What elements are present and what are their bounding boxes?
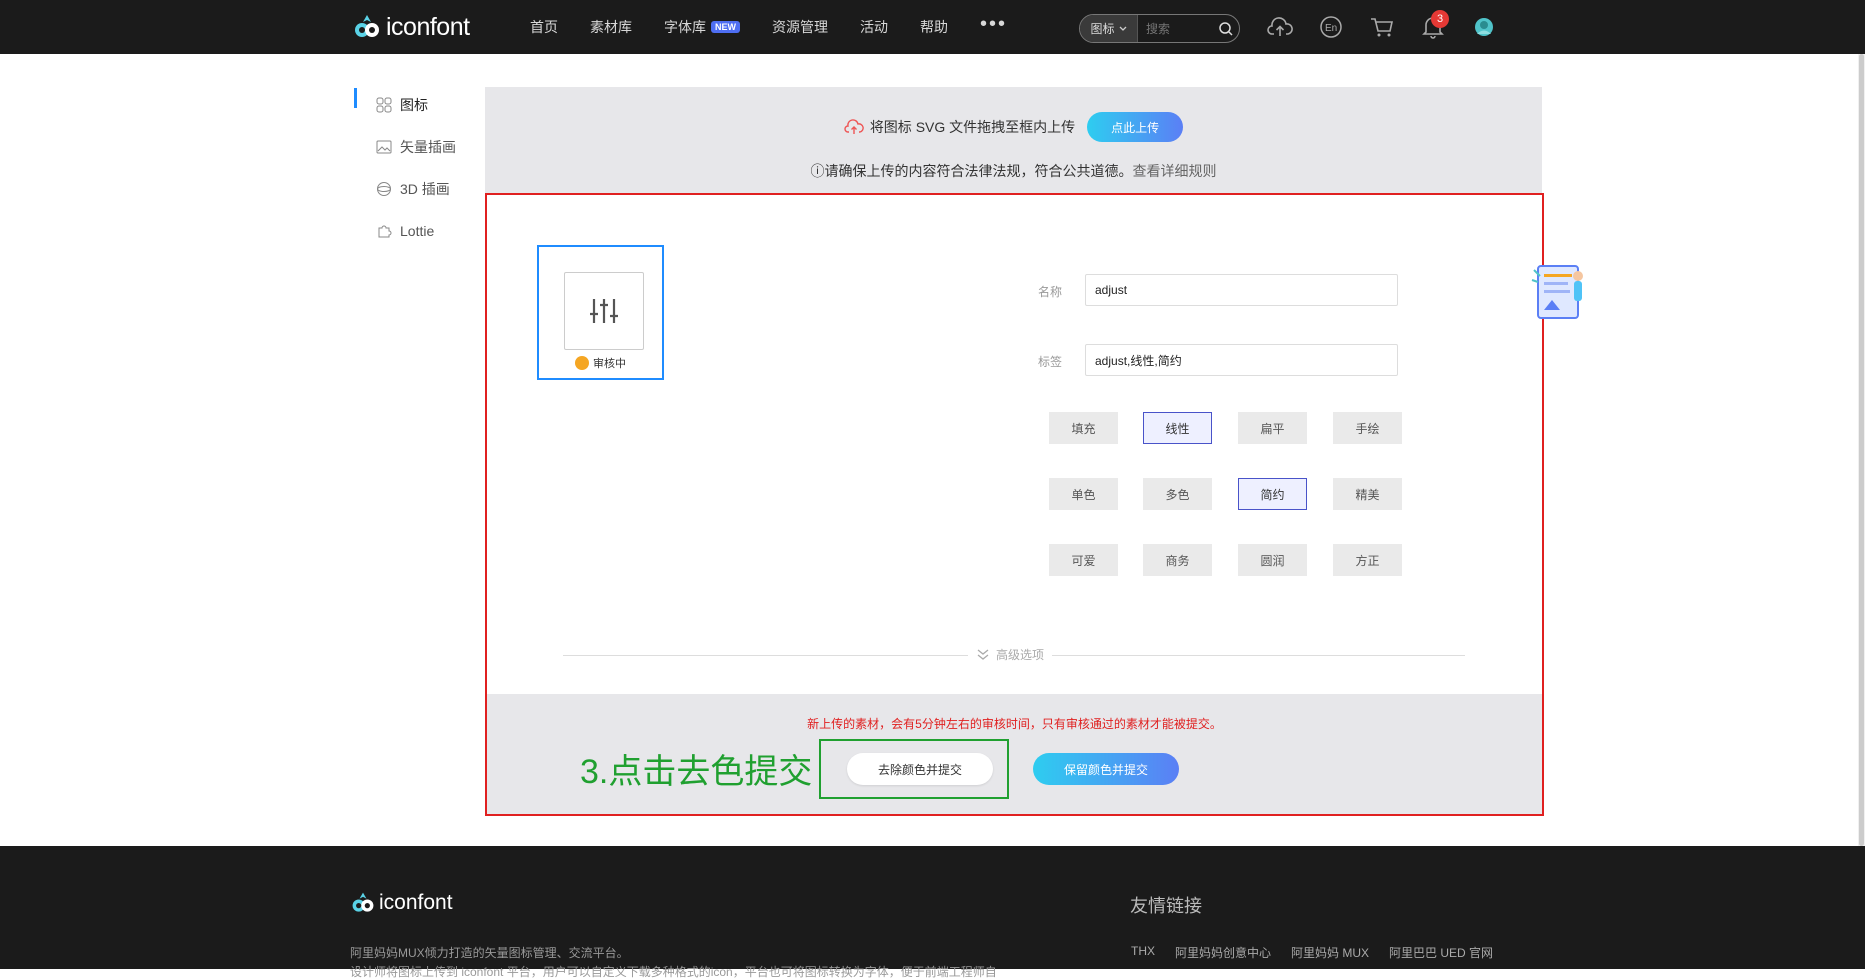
sidebar-item-icons[interactable]: 图标	[354, 84, 474, 126]
rules-link[interactable]: 查看详细规则	[1133, 163, 1217, 179]
keep-color-submit-button[interactable]: 保留颜色并提交	[1033, 753, 1179, 785]
upload-hint: 将图标 SVG 文件拖拽至框内上传	[869, 119, 1076, 135]
sidebar-item-vector[interactable]: 矢量插画	[354, 126, 474, 168]
logo-text: iconfont	[386, 12, 470, 41]
sidebar-item-label: Lottie	[400, 223, 435, 239]
language-en-icon[interactable]: En	[1317, 13, 1345, 41]
footer: iconfont 阿里妈妈MUX倾力打造的矢量图标管理、交流平台。 设计师将图标…	[0, 846, 1865, 979]
upload-cloud-icon[interactable]	[1266, 13, 1294, 41]
sidebar-item-label: 矢量插画	[400, 139, 456, 155]
annotation-red-box	[485, 193, 1544, 816]
annotation-step-label: 3.点击去色提交	[580, 753, 813, 791]
grid-icon	[376, 97, 392, 113]
floating-helper-illustration-icon[interactable]	[1530, 262, 1590, 324]
chevron-down-icon	[1119, 26, 1126, 31]
main-nav: 首页 素材库 字体库 NEW 资源管理 活动 帮助 •••	[530, 0, 1007, 54]
upload-notice: ⓘ请确保上传的内容符合法律法规，符合公共道德。查看详细规则	[485, 161, 1542, 181]
upload-row: 将图标 SVG 文件拖拽至框内上传 点此上传	[485, 112, 1542, 142]
footer-logo-text: iconfont	[379, 891, 453, 914]
new-badge: NEW	[711, 21, 740, 33]
notice-text: 请确保上传的内容符合法律法规，符合公共道德。	[824, 163, 1133, 179]
search-icon[interactable]	[1213, 21, 1239, 37]
nav-item-resources[interactable]: 资源管理	[772, 17, 828, 37]
friend-link[interactable]: 阿里巴巴 UED 官网	[1389, 944, 1493, 961]
iconfont-logo[interactable]: iconfont	[352, 12, 470, 42]
remove-color-submit-button[interactable]: 去除颜色并提交	[847, 753, 993, 785]
upload-cloud-red-icon	[844, 119, 864, 134]
info-icon: ⓘ	[810, 163, 825, 179]
friend-link[interactable]: 阿里妈妈 MUX	[1291, 944, 1369, 961]
page-scrollbar[interactable]	[1858, 54, 1865, 846]
logo-icon	[352, 892, 374, 912]
friend-link[interactable]: THX	[1131, 944, 1155, 961]
search-input[interactable]	[1138, 15, 1213, 42]
nav-item-home[interactable]: 首页	[530, 17, 558, 37]
cart-icon[interactable]	[1368, 13, 1396, 41]
sidebar-item-label: 3D 插画	[400, 181, 450, 197]
svg-text:En: En	[1325, 23, 1337, 34]
search-type-select[interactable]: 图标	[1080, 15, 1138, 42]
nav-item-fonts[interactable]: 字体库 NEW	[664, 17, 740, 37]
sidebar-item-lottie[interactable]: Lottie	[354, 210, 474, 252]
friend-links: THX 阿里妈妈创意中心 阿里妈妈 MUX 阿里巴巴 UED 官网	[1131, 944, 1493, 961]
scrollbar-thumb[interactable]	[1859, 54, 1864, 846]
footer-logo[interactable]: iconfont	[350, 890, 453, 916]
nav-item-fonts-label: 字体库	[664, 19, 706, 35]
more-menu-icon[interactable]: •••	[980, 13, 1007, 36]
search-box: 图标	[1079, 14, 1240, 43]
nav-item-events[interactable]: 活动	[860, 17, 888, 37]
sphere-icon	[377, 182, 391, 196]
footer-description-2: 设计师将图标上传到 iconfont 平台，用户可以自定义下载多种格式的icon…	[350, 965, 997, 979]
top-navbar: iconfont 首页 素材库 字体库 NEW 资源管理 活动 帮助 ••• 图…	[0, 0, 1865, 54]
nav-item-library[interactable]: 素材库	[590, 17, 632, 37]
search-type-label: 图标	[1090, 22, 1115, 36]
logo-icon	[355, 15, 379, 37]
sidebar-item-3d[interactable]: 3D 插画	[354, 168, 474, 210]
sidebar-item-label: 图标	[400, 97, 428, 113]
friend-link[interactable]: 阿里妈妈创意中心	[1175, 944, 1271, 961]
avatar[interactable]	[1470, 13, 1498, 41]
nav-item-help[interactable]: 帮助	[920, 17, 948, 37]
puzzle-icon	[378, 225, 392, 238]
notification-count-badge: 3	[1431, 10, 1449, 28]
sidebar: 图标 矢量插画 3D 插画 Lottie	[354, 84, 474, 252]
upload-button[interactable]: 点此上传	[1087, 112, 1184, 142]
footer-description: 阿里妈妈MUX倾力打造的矢量图标管理、交流平台。	[350, 946, 629, 960]
friend-links-title: 友情链接	[1130, 896, 1202, 916]
image-icon	[376, 140, 392, 154]
